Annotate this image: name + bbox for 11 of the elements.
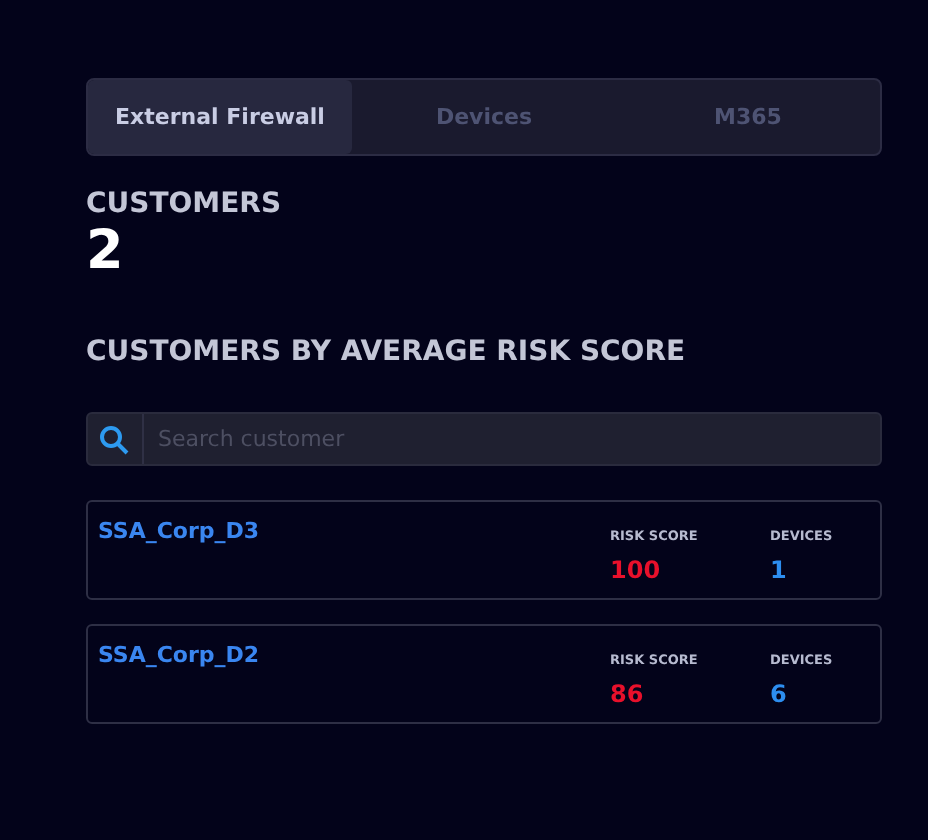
customer-name[interactable]: SSA_Corp_D3 xyxy=(98,502,610,598)
section-title: CUSTOMERS BY AVERAGE RISK SCORE xyxy=(86,336,688,368)
tab[interactable]: External Firewall xyxy=(88,80,352,154)
customer-count: 2 xyxy=(86,220,126,284)
customers-label: CUSTOMERS xyxy=(86,188,284,220)
device-count: 1 xyxy=(770,556,789,584)
search-icon xyxy=(98,423,130,455)
customer-name[interactable]: SSA_Corp_D2 xyxy=(98,626,610,722)
risk-score: 86 xyxy=(610,680,646,708)
risk-score: 100 xyxy=(610,556,663,584)
device-count: 6 xyxy=(770,680,789,708)
